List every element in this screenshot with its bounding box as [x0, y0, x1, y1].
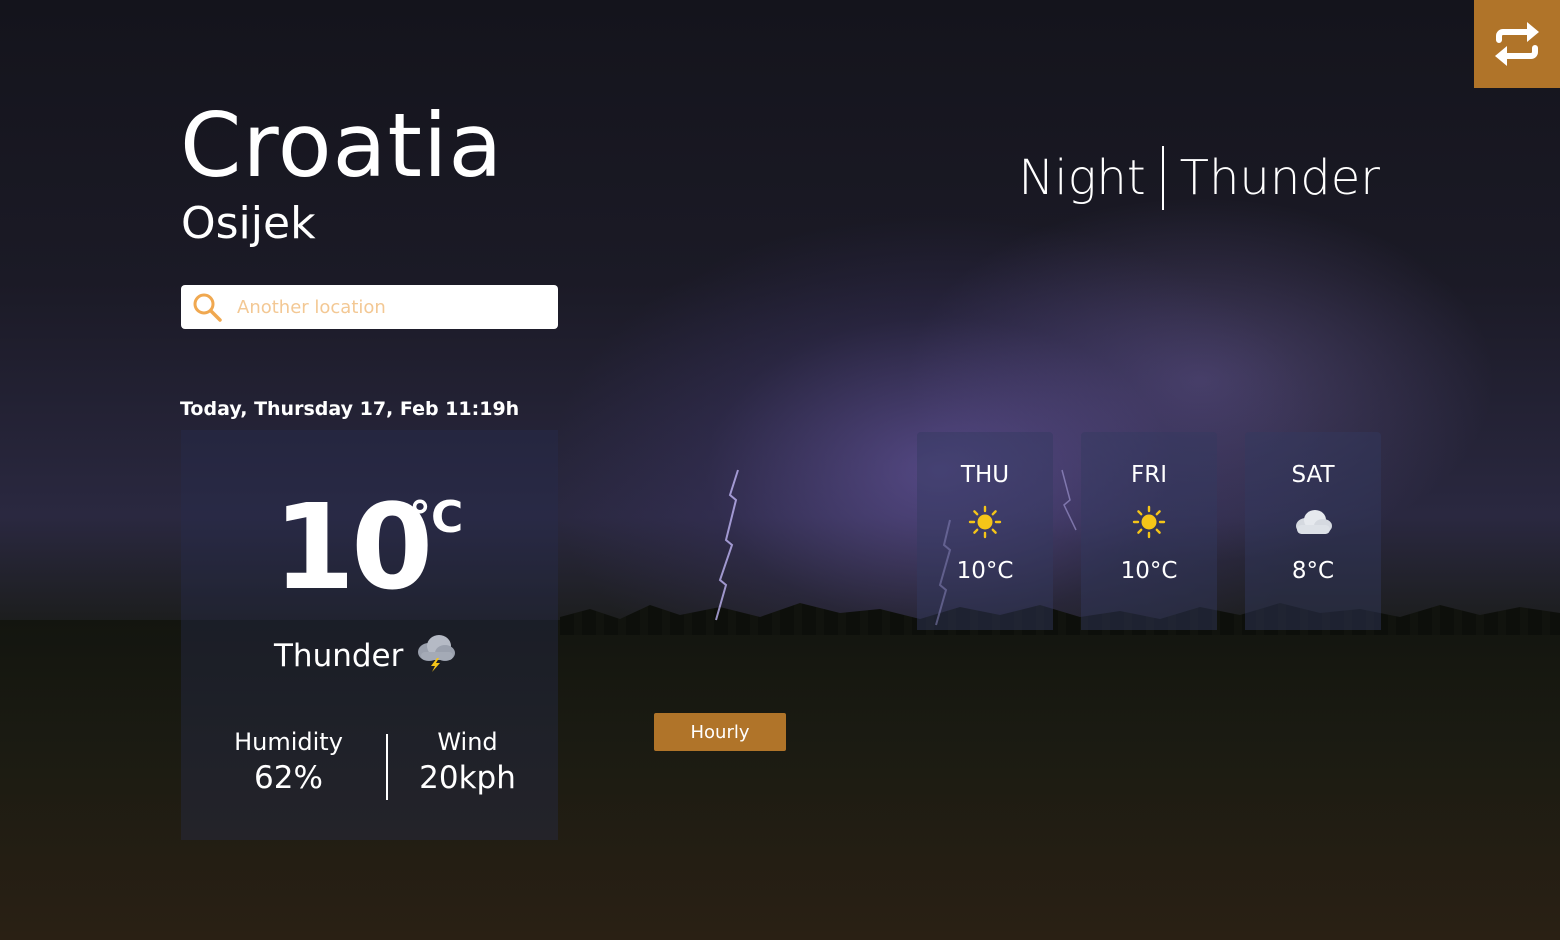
forecast-card-fri[interactable]: FRI 10°C — [1081, 432, 1217, 630]
current-temperature: 10 — [273, 478, 433, 616]
forecast-day: FRI — [1131, 462, 1167, 488]
current-condition-label: Thunder — [274, 638, 404, 674]
forecast-day: SAT — [1291, 462, 1335, 488]
city-name: Osijek — [181, 198, 316, 249]
current-stats: Humidity 62% Wind 20kph — [181, 728, 558, 800]
forecast-temperature: 10°C — [956, 558, 1014, 584]
location-search[interactable] — [181, 285, 558, 329]
forecast-day: THU — [960, 462, 1010, 488]
temperature-unit: °C — [409, 492, 464, 543]
forecast-temperature: 8°C — [1291, 558, 1335, 584]
humidity-value: 62% — [254, 760, 323, 796]
search-icon — [191, 291, 223, 323]
thunder-cloud-icon — [415, 632, 457, 680]
weather-app: Croatia Osijek Today, Thursday 17, Feb 1… — [0, 0, 1560, 940]
swap-arrows-icon — [1495, 22, 1539, 66]
heading-condition: Thunder — [1179, 150, 1380, 206]
sun-icon — [917, 502, 1053, 542]
sun-icon — [1081, 502, 1217, 542]
forecast-card-thu[interactable]: THU 10°C — [917, 432, 1053, 630]
time-of-day: Night — [1018, 150, 1146, 206]
forecast-temperature: 10°C — [1120, 558, 1178, 584]
cloud-icon — [1245, 502, 1381, 542]
forecast-card-sat[interactable]: SAT 8°C — [1245, 432, 1381, 630]
search-input[interactable] — [235, 295, 539, 319]
wind-stat: Wind 20kph — [388, 728, 548, 800]
country-name: Croatia — [180, 94, 504, 197]
current-condition: Thunder — [274, 632, 457, 680]
wind-value: 20kph — [419, 760, 516, 796]
wind-label: Wind — [437, 728, 498, 756]
humidity-stat: Humidity 62% — [192, 728, 386, 800]
current-weather-card: 10 °C Thunder Humidity 62% Wind 20kph — [181, 430, 558, 840]
heading-divider — [1161, 146, 1164, 210]
current-datetime: Today, Thursday 17, Feb 11:19h — [180, 398, 520, 420]
hourly-button[interactable]: Hourly — [654, 713, 786, 751]
swap-view-button[interactable] — [1474, 0, 1560, 88]
condition-heading: Night Thunder — [1018, 146, 1380, 210]
humidity-label: Humidity — [234, 728, 343, 756]
